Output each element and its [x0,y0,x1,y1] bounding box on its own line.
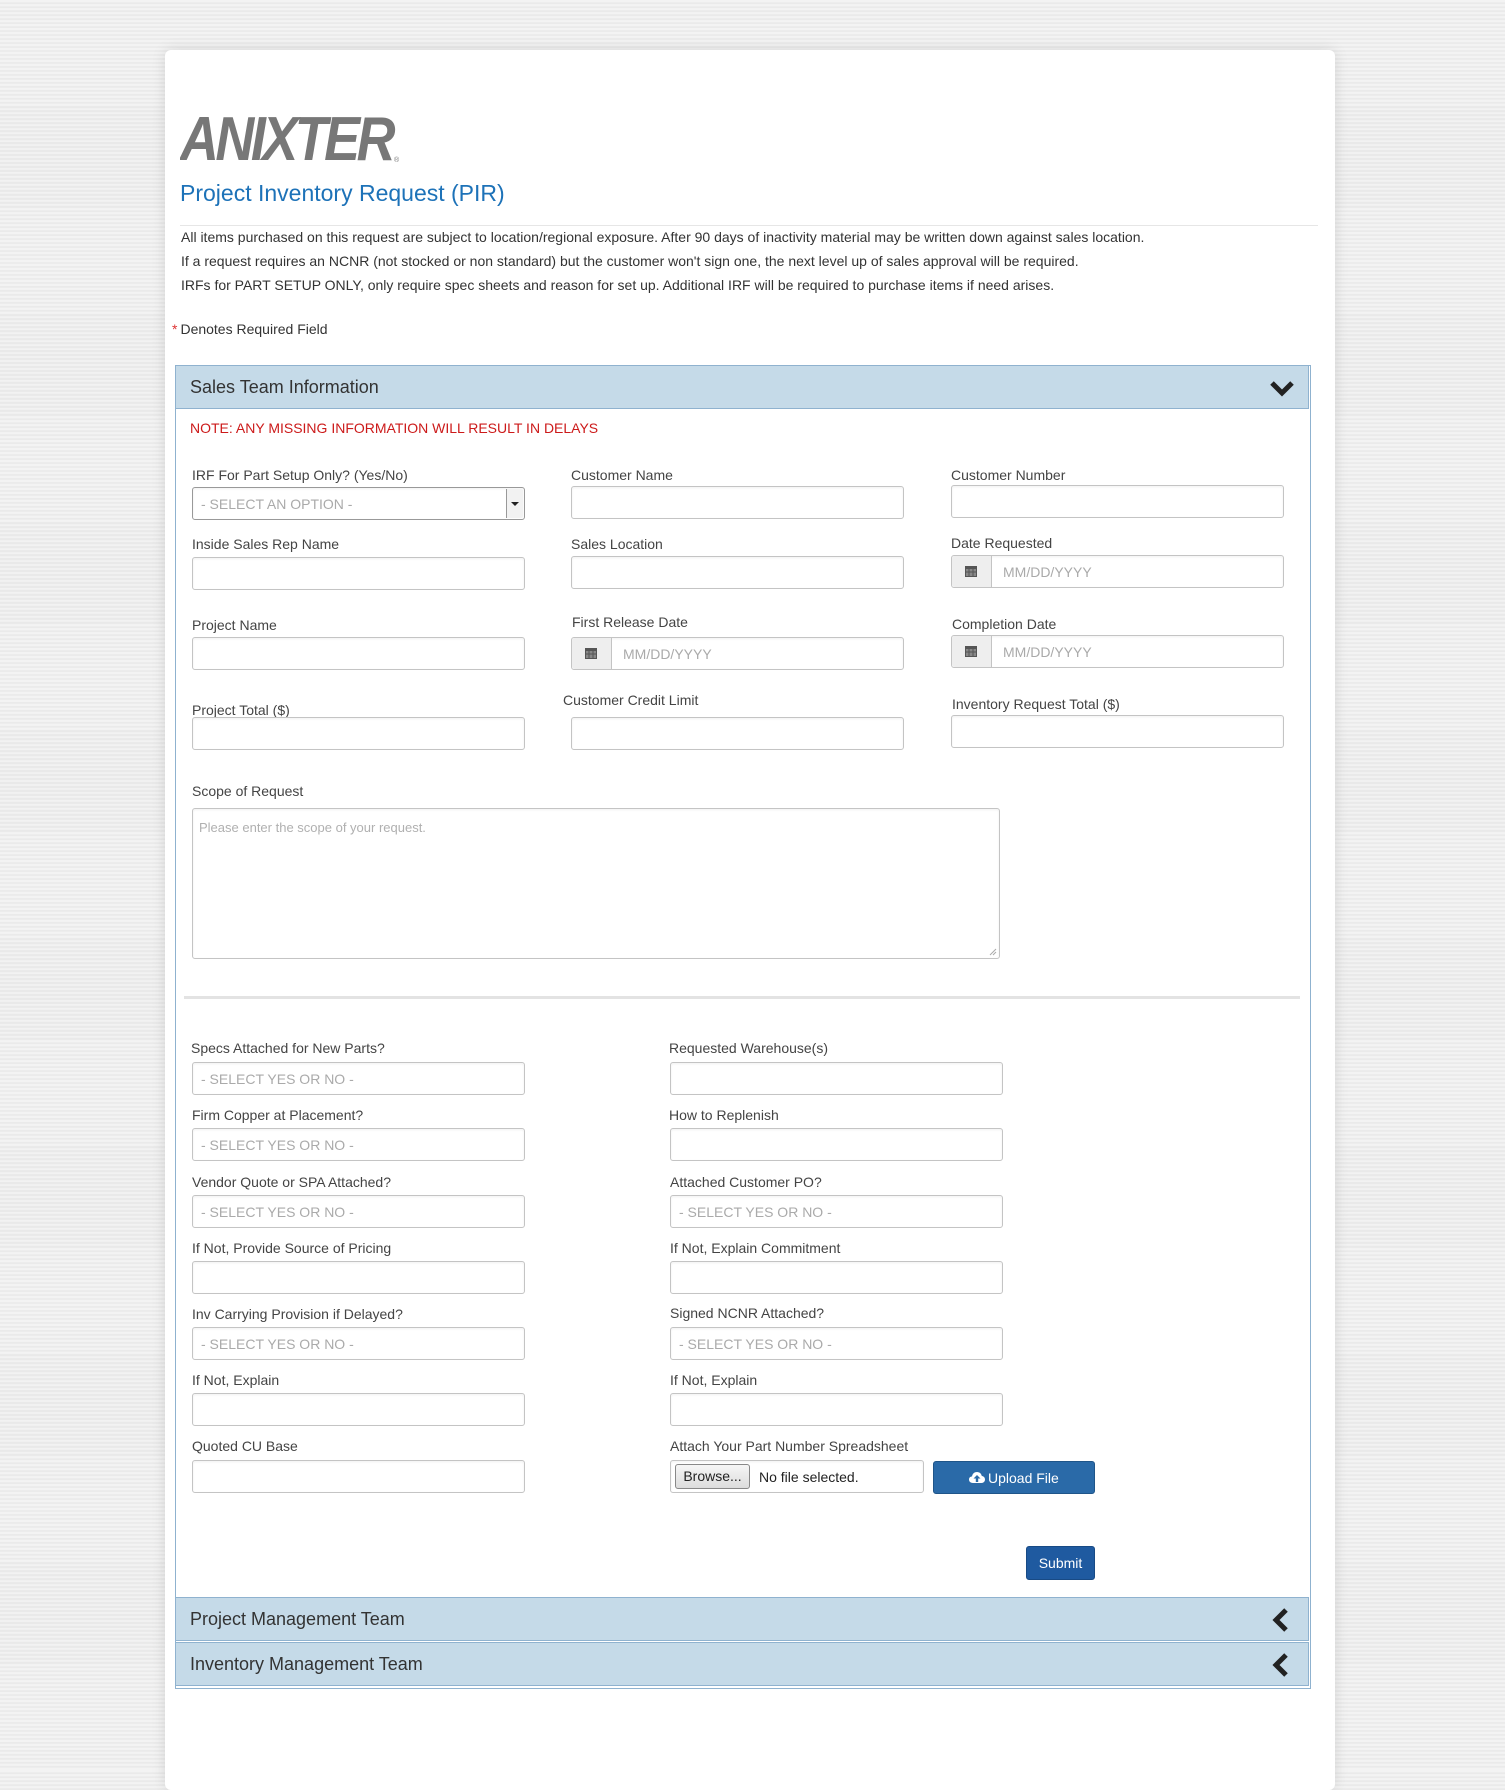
inventory-management-panel-title: Inventory Management Team [190,1654,423,1674]
attached-customer-po-label: Attached Customer PO? [670,1174,822,1190]
if-not-explain-right-input[interactable] [670,1393,1003,1426]
file-status: No file selected. [759,1469,859,1485]
inside-sales-rep-input[interactable] [192,557,525,590]
specs-attached-select[interactable]: - SELECT YES OR NO - [192,1062,525,1095]
date-requested-input[interactable]: MM/DD/YYYY [951,555,1284,588]
attach-spreadsheet-label: Attach Your Part Number Spreadsheet [670,1438,909,1454]
completion-date-placeholder: MM/DD/YYYY [1003,644,1092,660]
chevron-left-icon[interactable] [1268,1652,1296,1678]
customer-number-input[interactable] [951,485,1284,518]
first-release-date-input[interactable]: MM/DD/YYYY [571,637,904,670]
sales-location-label: Sales Location [571,536,663,552]
upload-file-label: Upload File [988,1470,1059,1486]
explain-commitment-label: If Not, Explain Commitment [670,1240,841,1256]
intro-line-2: If a request requires an NCNR (not stock… [181,253,1079,269]
scope-placeholder: Please enter the scope of your request. [199,820,426,835]
specs-attached-placeholder: - SELECT YES OR NO - [201,1071,354,1087]
project-name-input[interactable] [192,637,525,670]
irf-setup-label: IRF For Part Setup Only? (Yes/No) [192,467,408,483]
anixter-logo: ANIXTER ® [180,108,400,164]
intro-line-1: All items purchased on this request are … [181,229,1145,245]
scope-textarea[interactable]: Please enter the scope of your request. [192,808,1000,959]
customer-credit-limit-input[interactable] [571,717,904,750]
calendar-icon[interactable] [952,636,992,667]
inventory-management-panel-header[interactable]: Inventory Management Team [175,1642,1309,1686]
if-not-explain-right-label: If Not, Explain [670,1372,758,1388]
calendar-icon[interactable] [952,556,992,587]
sales-location-input[interactable] [571,556,904,589]
inv-carrying-placeholder: - SELECT YES OR NO - [201,1336,354,1352]
sales-team-panel-header[interactable]: Sales Team Information [175,365,1309,409]
firm-copper-select[interactable]: - SELECT YES OR NO - [192,1128,525,1161]
required-note-text: Denotes Required Field [180,321,328,337]
completion-date-label: Completion Date [952,616,1057,632]
signed-ncnr-select[interactable]: - SELECT YES OR NO - [670,1327,1003,1360]
irf-setup-select[interactable]: - SELECT AN OPTION - [192,487,525,520]
project-total-input[interactable] [192,717,525,750]
scope-label: Scope of Request [192,783,304,799]
requested-warehouses-input[interactable] [670,1062,1003,1095]
irf-setup-placeholder: - SELECT AN OPTION - [201,496,353,512]
customer-number-label: Customer Number [951,467,1066,483]
how-to-replenish-input[interactable] [670,1128,1003,1161]
title-divider [180,225,1318,226]
specs-attached-label: Specs Attached for New Parts? [191,1040,385,1056]
inventory-request-total-input[interactable] [951,715,1284,748]
browse-button[interactable]: Browse... [675,1464,750,1489]
resize-handle-icon[interactable] [989,948,997,956]
calendar-icon[interactable] [572,638,612,669]
requested-warehouses-label: Requested Warehouse(s) [669,1040,829,1056]
file-input[interactable]: Browse... No file selected. [670,1460,924,1493]
signed-ncnr-label: Signed NCNR Attached? [670,1305,825,1321]
intro-line-3: IRFs for PART SETUP ONLY, only require s… [181,277,1055,293]
quoted-cu-base-input[interactable] [192,1460,525,1493]
customer-name-label: Customer Name [571,467,673,483]
quoted-cu-base-label: Quoted CU Base [192,1438,298,1454]
inside-sales-rep-label: Inside Sales Rep Name [192,536,340,552]
attached-customer-po-select[interactable]: - SELECT YES OR NO - [670,1195,1003,1228]
inv-carrying-select[interactable]: - SELECT YES OR NO - [192,1327,525,1360]
project-management-panel-title: Project Management Team [190,1609,405,1629]
customer-name-input[interactable] [571,486,904,519]
source-of-pricing-input[interactable] [192,1261,525,1294]
required-star: * [172,321,178,337]
page-title: Project Inventory Request (PIR) [180,180,505,206]
if-not-explain-left-label: If Not, Explain [192,1372,280,1388]
submit-button[interactable]: Submit [1026,1546,1095,1580]
explain-commitment-input[interactable] [670,1261,1003,1294]
source-of-pricing-label: If Not, Provide Source of Pricing [192,1240,392,1256]
date-requested-placeholder: MM/DD/YYYY [1003,564,1092,580]
svg-text:ANIXTER: ANIXTER [180,108,396,164]
how-to-replenish-label: How to Replenish [669,1107,779,1123]
completion-date-input[interactable]: MM/DD/YYYY [951,635,1284,668]
inv-carrying-label: Inv Carrying Provision if Delayed? [192,1306,403,1322]
vendor-quote-placeholder: - SELECT YES OR NO - [201,1204,354,1220]
date-requested-label: Date Requested [951,535,1053,551]
chevron-left-icon[interactable] [1268,1607,1296,1633]
required-field-note: * Denotes Required Field [172,321,328,337]
upload-file-button[interactable]: Upload File [933,1461,1095,1494]
project-total-label: Project Total ($) [192,702,290,718]
project-management-panel-header[interactable]: Project Management Team [175,1597,1309,1641]
dropdown-arrow-icon[interactable] [506,489,523,518]
if-not-explain-left-input[interactable] [192,1393,525,1426]
svg-text:®: ® [394,156,400,164]
first-release-date-placeholder: MM/DD/YYYY [623,646,712,662]
vendor-quote-label: Vendor Quote or SPA Attached? [192,1174,391,1190]
inventory-request-total-label: Inventory Request Total ($) [952,696,1120,712]
firm-copper-placeholder: - SELECT YES OR NO - [201,1137,354,1153]
chevron-down-icon[interactable] [1268,375,1296,401]
attached-customer-po-placeholder: - SELECT YES OR NO - [679,1204,832,1220]
project-name-label: Project Name [192,617,277,633]
firm-copper-label: Firm Copper at Placement? [192,1107,364,1123]
customer-credit-limit-label: Customer Credit Limit [563,692,699,708]
missing-info-warning: NOTE: ANY MISSING INFORMATION WILL RESUL… [190,420,599,436]
vendor-quote-select[interactable]: - SELECT YES OR NO - [192,1195,525,1228]
first-release-date-label: First Release Date [572,614,688,630]
sales-team-panel-title: Sales Team Information [190,377,379,397]
signed-ncnr-placeholder: - SELECT YES OR NO - [679,1336,832,1352]
cloud-upload-icon [969,1472,985,1483]
section-divider [184,996,1300,999]
